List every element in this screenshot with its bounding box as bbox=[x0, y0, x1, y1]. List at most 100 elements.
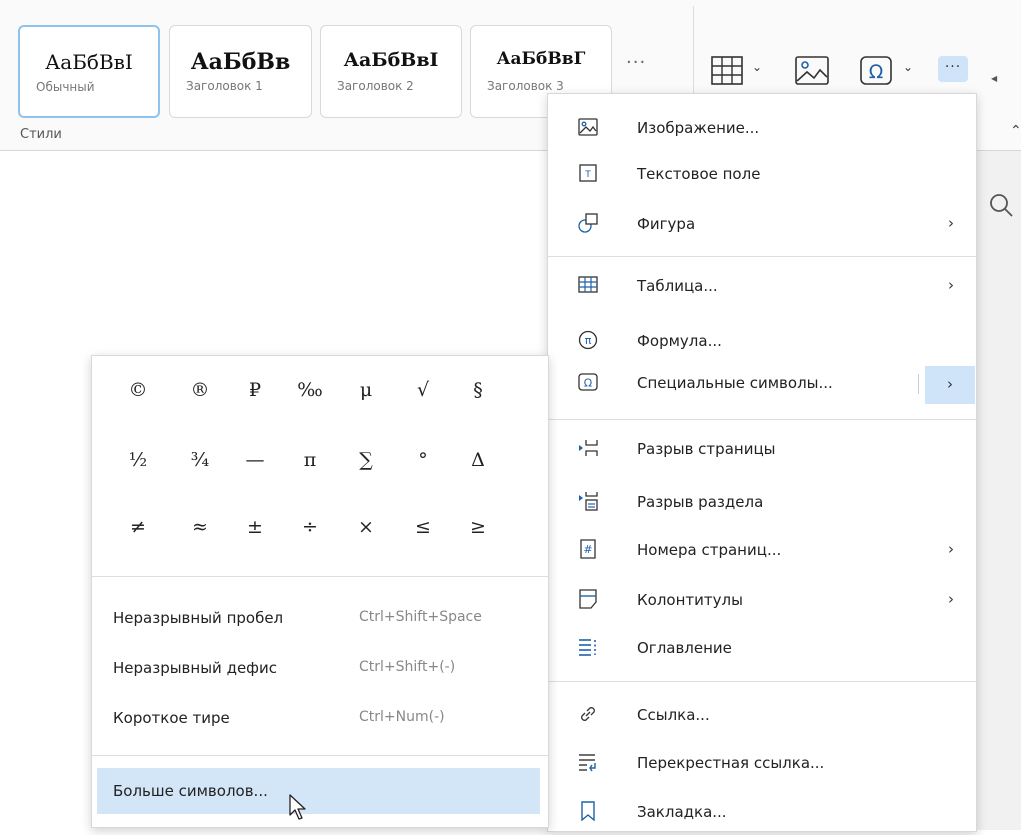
search-icon[interactable] bbox=[989, 193, 1013, 217]
symbol-cell[interactable]: μ bbox=[344, 373, 388, 407]
section-break-icon bbox=[579, 492, 598, 511]
menu-item-bookmark[interactable]: Закладка... bbox=[548, 791, 976, 835]
symbol-cell[interactable]: ½ bbox=[116, 443, 160, 477]
header-footer-icon bbox=[579, 589, 597, 609]
table-icon[interactable] bbox=[710, 55, 744, 87]
image-icon[interactable] bbox=[794, 55, 830, 87]
shortcut-text: Ctrl+Shift+(-) bbox=[359, 659, 456, 675]
symbol-cell[interactable]: ± bbox=[233, 510, 277, 544]
symbol-cell[interactable]: ® bbox=[178, 373, 222, 407]
style-name: Обычный bbox=[36, 80, 95, 94]
menu-item-label: Разрыв раздела bbox=[637, 493, 764, 511]
menu-item-label: Ссылка... bbox=[637, 706, 710, 724]
menu-item-cross-reference[interactable]: Перекрестная ссылка... bbox=[548, 742, 976, 786]
style-name: Заголовок 3 bbox=[487, 79, 564, 93]
table-of-contents-icon bbox=[579, 639, 596, 656]
symbol-cell[interactable]: ÷ bbox=[288, 510, 332, 544]
menu-item-label: Номера страниц... bbox=[637, 541, 782, 559]
menu-item-page-numbers[interactable]: # Номера страниц... › bbox=[548, 529, 976, 573]
style-normal[interactable]: АаБбВвІ Обычный bbox=[18, 25, 160, 118]
symbol-cell[interactable]: — bbox=[233, 443, 277, 477]
command-label: Неразрывный пробел bbox=[113, 609, 284, 627]
insert-en-dash[interactable]: Короткое тире Ctrl+Num(-) bbox=[92, 697, 548, 741]
symbol-cell[interactable]: ≤ bbox=[401, 510, 445, 544]
style-heading-1[interactable]: АаБбВв Заголовок 1 bbox=[169, 25, 312, 118]
symbol-cell[interactable]: ¾ bbox=[178, 443, 222, 477]
menu-divider bbox=[92, 576, 548, 577]
svg-text:Ω: Ω bbox=[584, 377, 592, 390]
menu-item-section-break[interactable]: Разрыв раздела bbox=[548, 481, 976, 525]
link-icon bbox=[581, 707, 595, 721]
symbol-cell[interactable]: π bbox=[288, 443, 332, 477]
symbol-cell[interactable]: ° bbox=[401, 443, 445, 477]
style-preview: АаБбВвГ bbox=[496, 49, 586, 69]
shortcut-text: Ctrl+Num(-) bbox=[359, 709, 445, 725]
submenu-open-button[interactable]: › bbox=[925, 366, 975, 404]
scroll-left-icon[interactable]: ◀ bbox=[991, 74, 997, 83]
menu-item-header-footer[interactable]: Колонтитулы › bbox=[548, 579, 976, 623]
svg-text:π: π bbox=[585, 334, 592, 347]
menu-item-formula[interactable]: π Формула... bbox=[548, 320, 976, 364]
style-heading-2[interactable]: АаБбВвІ Заголовок 2 bbox=[320, 25, 462, 118]
more-symbols-label: Больше символов... bbox=[113, 782, 268, 800]
page-numbers-icon: # bbox=[580, 539, 596, 559]
special-character-icon: Ω bbox=[578, 373, 598, 391]
symbol-cell[interactable]: ‰ bbox=[288, 373, 332, 407]
insert-non-breaking-space[interactable]: Неразрывный пробел Ctrl+Shift+Space bbox=[92, 597, 548, 641]
menu-divider bbox=[548, 419, 976, 420]
menu-item-label: Колонтитулы bbox=[637, 591, 743, 609]
insert-non-breaking-hyphen[interactable]: Неразрывный дефис Ctrl+Shift+(-) bbox=[92, 647, 548, 691]
menu-item-label: Таблица... bbox=[637, 277, 718, 295]
more-symbols-button[interactable]: Больше символов... bbox=[97, 768, 540, 814]
svg-text:T: T bbox=[584, 170, 591, 180]
menu-item-label: Изображение... bbox=[637, 119, 760, 137]
symbol-cell[interactable]: Δ bbox=[456, 443, 500, 477]
menu-item-image[interactable]: Изображение... bbox=[548, 107, 976, 151]
submenu-arrow-icon: › bbox=[948, 590, 954, 608]
symbol-cell[interactable]: ₽ bbox=[233, 373, 277, 407]
symbol-cell[interactable]: ≥ bbox=[456, 510, 500, 544]
symbol-cell[interactable]: √ bbox=[401, 373, 445, 407]
symbol-cell[interactable]: § bbox=[456, 373, 500, 407]
command-label: Короткое тире bbox=[113, 709, 230, 727]
symbol-cell[interactable]: × bbox=[344, 510, 388, 544]
menu-item-label: Перекрестная ссылка... bbox=[637, 754, 825, 772]
symbol-cell[interactable]: ∑ bbox=[344, 443, 388, 477]
special-characters-submenu: © ® ₽ ‰ μ √ § ½ ¾ — π ∑ ° Δ ≠ ≈ ± ÷ × ≤ ≥ Неразрывный пробел… bbox=[91, 355, 549, 828]
menu-item-shape[interactable]: Фигура › bbox=[548, 203, 976, 247]
formula-icon: π bbox=[578, 330, 598, 350]
collapse-ribbon-icon[interactable]: ⌃ bbox=[1010, 123, 1021, 139]
menu-item-page-break[interactable]: Разрыв страницы bbox=[548, 428, 976, 472]
page-break-icon bbox=[579, 440, 598, 456]
menu-item-label: Разрыв страницы bbox=[637, 440, 776, 458]
symbol-cell[interactable]: ≈ bbox=[178, 510, 222, 544]
symbol-cell[interactable]: © bbox=[116, 373, 160, 407]
menu-item-label: Специальные символы... bbox=[637, 374, 833, 392]
text-box-icon: T bbox=[579, 164, 597, 182]
style-preview: АаБбВвІ bbox=[45, 50, 133, 74]
bookmark-icon bbox=[581, 801, 595, 821]
menu-item-table-of-contents[interactable]: Оглавление bbox=[548, 627, 976, 671]
style-preview: АаБбВв bbox=[190, 49, 291, 75]
split-divider bbox=[918, 374, 919, 394]
submenu-arrow-icon: › bbox=[948, 214, 954, 232]
menu-item-text-box[interactable]: T Текстовое поле bbox=[548, 153, 976, 197]
special-character-icon[interactable]: Ω bbox=[859, 55, 893, 87]
svg-text:Ω: Ω bbox=[869, 61, 884, 83]
symbol-cell[interactable]: ≠ bbox=[116, 510, 160, 544]
table-icon bbox=[578, 276, 598, 293]
command-label: Неразрывный дефис bbox=[113, 659, 277, 677]
menu-item-table[interactable]: Таблица... › bbox=[548, 265, 976, 309]
more-button[interactable]: ··· bbox=[938, 56, 968, 82]
menu-item-link[interactable]: Ссылка... bbox=[548, 694, 976, 738]
menu-item-label: Оглавление bbox=[637, 639, 732, 657]
menu-item-label: Текстовое поле bbox=[637, 165, 761, 183]
chevron-down-icon[interactable]: ⌄ bbox=[752, 60, 762, 74]
styles-more-button[interactable]: ··· bbox=[626, 52, 646, 73]
chevron-down-icon[interactable]: ⌄ bbox=[903, 60, 913, 74]
menu-item-label: Формула... bbox=[637, 332, 722, 350]
image-icon bbox=[578, 118, 598, 136]
menu-item-special-characters[interactable]: Ω Специальные символы... › bbox=[548, 362, 976, 406]
style-name: Заголовок 1 bbox=[186, 79, 263, 93]
shape-icon bbox=[578, 213, 598, 233]
